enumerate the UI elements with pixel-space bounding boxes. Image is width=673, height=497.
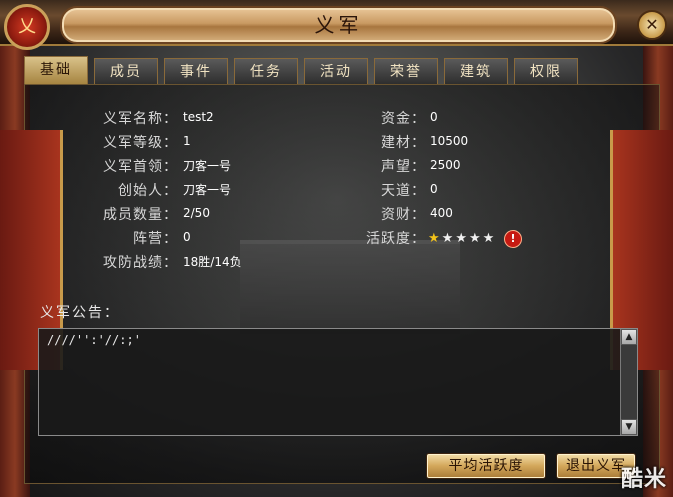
tab-honors[interactable]: 荣誉	[374, 58, 438, 85]
funds-label: 资金：	[381, 111, 426, 127]
battle-record-value: 18胜/14负	[183, 255, 242, 269]
star-icon: ★	[482, 231, 497, 246]
title-plate: 义军	[60, 6, 617, 44]
tab-members[interactable]: 成员	[94, 58, 158, 85]
guild-leader-value: 刀客一号	[183, 159, 232, 173]
watermark-logo: 酷米	[620, 467, 667, 492]
faction-label: 阵营：	[133, 231, 178, 247]
guild-leader-label: 义军首领：	[103, 159, 178, 175]
wealth-value: 400	[430, 206, 453, 220]
tab-buildings[interactable]: 建筑	[444, 58, 508, 85]
member-count-label: 成员数量：	[103, 207, 178, 223]
star-icon: ★	[441, 231, 456, 246]
scroll-up-button[interactable]: ▲	[621, 329, 637, 345]
faction-value: 0	[183, 230, 191, 244]
funds-value: 0	[430, 110, 438, 124]
founder-value: 刀客一号	[183, 183, 232, 197]
guild-level-label: 义军等级：	[103, 135, 178, 151]
tab-events[interactable]: 事件	[164, 58, 228, 85]
member-count-value: 2/50	[183, 206, 210, 220]
notice-label: 义军公告：	[40, 305, 120, 321]
materials-value: 10500	[430, 134, 469, 148]
activity-label: 活跃度：	[366, 231, 426, 247]
heaven-way-value: 0	[430, 182, 438, 196]
average-activity-button[interactable]: 平均活跃度	[426, 453, 546, 479]
star-icon: ★	[455, 231, 469, 246]
notice-textarea[interactable]: ////'':'//:;' ▲ ▼	[38, 328, 638, 436]
materials-label: 建材：	[381, 135, 426, 151]
star-icon: ★	[468, 231, 483, 246]
star-icon: ★	[428, 231, 442, 246]
game-window: 义军 乂 ✕ 基础 成员 事件 任务 活动 荣誉 建筑 权限 义军名称： tes…	[0, 0, 673, 497]
title-bar: 义军 乂 ✕	[0, 0, 673, 50]
notice-scrollbar[interactable]: ▲ ▼	[620, 329, 637, 435]
prestige-value: 2500	[430, 158, 461, 172]
guild-name-label: 义军名称：	[103, 111, 178, 127]
tab-tasks[interactable]: 任务	[234, 58, 298, 85]
heaven-way-label: 天道：	[381, 183, 426, 199]
notice-text: ////'':'//:;'	[47, 333, 141, 347]
window-title: 义军	[314, 13, 363, 37]
battle-record-label: 攻防战绩：	[103, 255, 178, 271]
guild-name-value: test2	[183, 110, 214, 124]
fortress-background	[240, 240, 460, 334]
tab-permissions[interactable]: 权限	[514, 58, 578, 85]
faction-emblem-icon: 乂	[4, 4, 50, 50]
scroll-down-button[interactable]: ▼	[621, 419, 637, 435]
warning-icon[interactable]: !	[504, 230, 522, 248]
founder-label: 创始人：	[118, 183, 178, 199]
guild-level-value: 1	[183, 134, 191, 148]
activity-rating: ★★★★★	[428, 231, 496, 246]
wealth-label: 资财：	[381, 207, 426, 223]
tab-activities[interactable]: 活动	[304, 58, 368, 85]
tab-basic[interactable]: 基础	[24, 56, 88, 85]
close-button[interactable]: ✕	[637, 10, 667, 40]
prestige-label: 声望：	[381, 159, 426, 175]
